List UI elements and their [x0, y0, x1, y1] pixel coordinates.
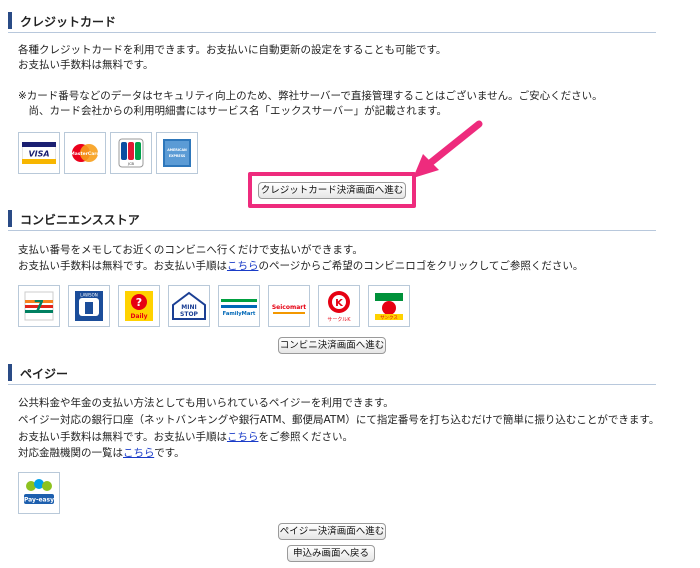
convenience-payment-button[interactable]: コンビニ決済画面へ進む	[278, 337, 386, 354]
circlek-logo[interactable]: K サークルK	[318, 285, 360, 327]
svg-text:EXPRESS: EXPRESS	[169, 154, 186, 158]
svg-text:K: K	[335, 298, 344, 309]
svg-text:Daily: Daily	[130, 313, 147, 320]
payeasy-procedure-link[interactable]: こちら	[227, 431, 259, 443]
section-accent-bar	[8, 364, 12, 381]
payeasy-desc-line: お支払い手数料は無料です。お支払い手順はこちらをご参照ください。	[18, 430, 353, 444]
svg-text:Pay-easy: Pay-easy	[24, 497, 54, 504]
text-segment: お支払い手数料は無料です。お支払い手順は	[18, 431, 227, 443]
pointer-arrow	[413, 120, 483, 178]
daily-logo[interactable]: ? Daily	[118, 285, 160, 327]
mastercard-logo: MasterCard	[64, 132, 106, 174]
credit-section-title: クレジットカード	[20, 15, 117, 29]
svg-text:VISA: VISA	[28, 150, 49, 159]
ministop-logo[interactable]: MINI STOP	[168, 285, 210, 327]
text-segment: お支払い手数料は無料です。お支払い手順は	[18, 260, 227, 272]
payeasy-desc-line: 対応金融機関の一覧はこちらです。	[18, 446, 185, 460]
convenience-section-title: コンビニエンスストア	[20, 213, 140, 227]
payeasy-section-header: ペイジー	[8, 362, 656, 385]
svg-text:STOP: STOP	[180, 311, 199, 318]
svg-text:FamilyMart: FamilyMart	[223, 311, 256, 317]
svg-text:サークルK: サークルK	[327, 317, 351, 323]
familymart-logo[interactable]: FamilyMart	[218, 285, 260, 327]
seven-eleven-logo[interactable]: 7	[18, 285, 60, 327]
text-segment: 対応金融機関の一覧は	[18, 447, 123, 459]
section-accent-bar	[8, 210, 12, 227]
text-segment: をご参照ください。	[258, 431, 353, 443]
visa-logo: VISA	[18, 132, 60, 174]
svg-text:AMERICAN: AMERICAN	[167, 148, 187, 152]
svg-text:7: 7	[34, 297, 44, 315]
credit-note-line: ※カード番号などのデータはセキュリティ向上のため、弊社サーバーで直接管理すること…	[18, 90, 603, 102]
text-segment: です。	[154, 447, 185, 459]
svg-text:MasterCard: MasterCard	[70, 151, 99, 157]
convenience-procedure-link[interactable]: こちら	[227, 260, 259, 272]
sunkus-logo[interactable]: サンクス	[368, 285, 410, 327]
svg-text:MINI: MINI	[181, 304, 196, 311]
payeasy-logo: Pay-easy	[18, 472, 60, 514]
svg-text:サンクス: サンクス	[380, 315, 398, 321]
credit-desc-line: お支払い手数料は無料です。	[18, 59, 154, 71]
svg-text:JCB: JCB	[127, 162, 134, 166]
credit-payment-button[interactable]: クレジットカード決済画面へ進む	[258, 182, 406, 199]
seicomart-logo[interactable]: Seicomart	[268, 285, 310, 327]
convenience-desc-line: 支払い番号をメモしてお近くのコンビニへ行くだけで支払いができます。	[18, 244, 363, 256]
amex-logo: AMERICAN EXPRESS	[156, 132, 198, 174]
payeasy-desc-line: ペイジー対応の銀行口座（ネットバンキングや銀行ATM、郵便局ATM）にて指定番号…	[18, 414, 660, 426]
convenience-section-header: コンビニエンスストア	[8, 208, 656, 231]
credit-note-line: 尚、カード会社からの利用明細書にはサービス名「エックスサーバー」が記載されます。	[18, 105, 448, 117]
payeasy-section-title: ペイジー	[20, 367, 69, 381]
credit-desc-line: 各種クレジットカードを利用できます。お支払いに自動更新の設定をすることも可能です…	[18, 44, 447, 56]
jcb-logo: JCB	[110, 132, 152, 174]
svg-text:Seicomart: Seicomart	[272, 304, 306, 311]
back-to-application-button[interactable]: 申込み画面へ戻る	[287, 545, 375, 562]
lawson-logo[interactable]: LAWSON	[68, 285, 110, 327]
text-segment: のページからご希望のコンビニロゴをクリックしてご参照ください。	[258, 260, 584, 272]
convenience-desc-line: お支払い手数料は無料です。お支払い手順はこちらのページからご希望のコンビニロゴを…	[18, 259, 583, 273]
section-accent-bar	[8, 12, 12, 29]
svg-text:LAWSON: LAWSON	[80, 293, 97, 298]
svg-text:?: ?	[136, 296, 142, 309]
payeasy-desc-line: 公共料金や年金の支払い方法としても用いられているペイジーを利用できます。	[18, 397, 394, 409]
credit-section-header: クレジットカード	[8, 10, 656, 33]
payeasy-payment-button[interactable]: ペイジー決済画面へ進む	[278, 523, 386, 540]
bank-list-link[interactable]: こちら	[123, 447, 154, 459]
